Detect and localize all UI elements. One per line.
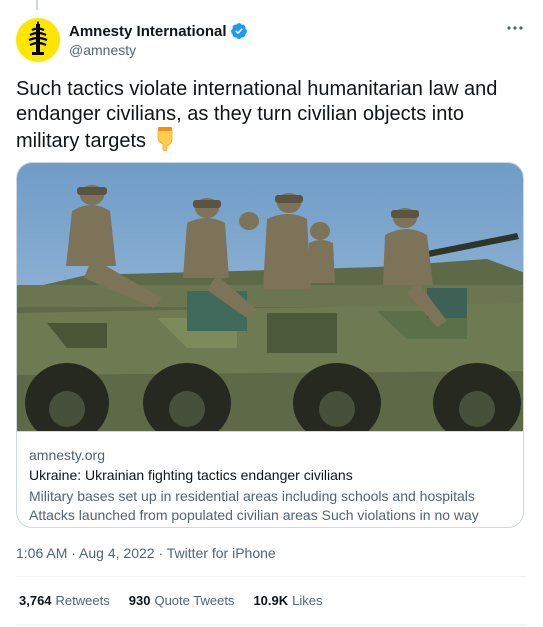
handle[interactable]: @amnesty [69, 42, 136, 58]
link-preview-card[interactable]: amnesty.org Ukraine: Ukrainian fighting … [16, 162, 524, 528]
tweet-date: Aug 4, 2022 [79, 545, 155, 561]
backhand-index-pointing-down-icon [154, 127, 176, 158]
card-title: Ukraine: Ukrainian fighting tactics enda… [29, 467, 353, 483]
thread-connector-line [36, 0, 38, 10]
name-row: Amnesty International [69, 22, 248, 40]
verified-badge-icon [230, 22, 248, 40]
tweet-meta: 1:06 AM · Aug 4, 2022 · Twitter for iPho… [16, 545, 276, 561]
likes-count: 10.9K [253, 593, 289, 608]
display-name[interactable]: Amnesty International [69, 23, 227, 40]
amnesty-candle-logo-icon [28, 21, 48, 55]
soldiers-on-armored-vehicle-photo-icon [17, 163, 523, 443]
tweet-body: Such tactics violate international human… [16, 78, 498, 152]
card-body: amnesty.org Ukraine: Ukrainian fighting … [17, 431, 523, 527]
tweet-header: Amnesty International @amnesty [16, 14, 527, 66]
more-options-icon[interactable] [503, 18, 527, 38]
tweet-text: Such tactics violate international human… [16, 77, 531, 158]
divider-bottom [16, 624, 527, 625]
tweet-source-link[interactable]: Twitter for iPhone [167, 545, 276, 561]
divider-top [16, 576, 527, 577]
likes-label: Likes [292, 593, 323, 608]
quote-tweets-stat[interactable]: 930 Quote Tweets [129, 593, 235, 608]
quotes-count: 930 [128, 593, 151, 608]
retweets-stat[interactable]: 3,764 Retweets [19, 593, 110, 608]
card-description: Military bases set up in residential are… [29, 488, 479, 523]
retweets-label: Retweets [55, 593, 110, 608]
card-image[interactable] [17, 163, 523, 443]
meta-separator-2: · [154, 545, 167, 561]
avatar[interactable] [16, 18, 60, 62]
retweets-count: 3,764 [19, 593, 52, 608]
card-domain: amnesty.org [29, 447, 105, 463]
meta-separator: · [67, 545, 80, 561]
quotes-label: Quote Tweets [154, 593, 235, 608]
tweet-time: 1:06 AM [16, 545, 68, 561]
likes-stat[interactable]: 10.9K Likes [253, 593, 322, 608]
engagement-stats: 3,764 Retweets 930 Quote Tweets 10.9K Likes [19, 593, 342, 608]
tweet-timestamp-link[interactable]: 1:06 AM · Aug 4, 2022 [16, 545, 155, 561]
